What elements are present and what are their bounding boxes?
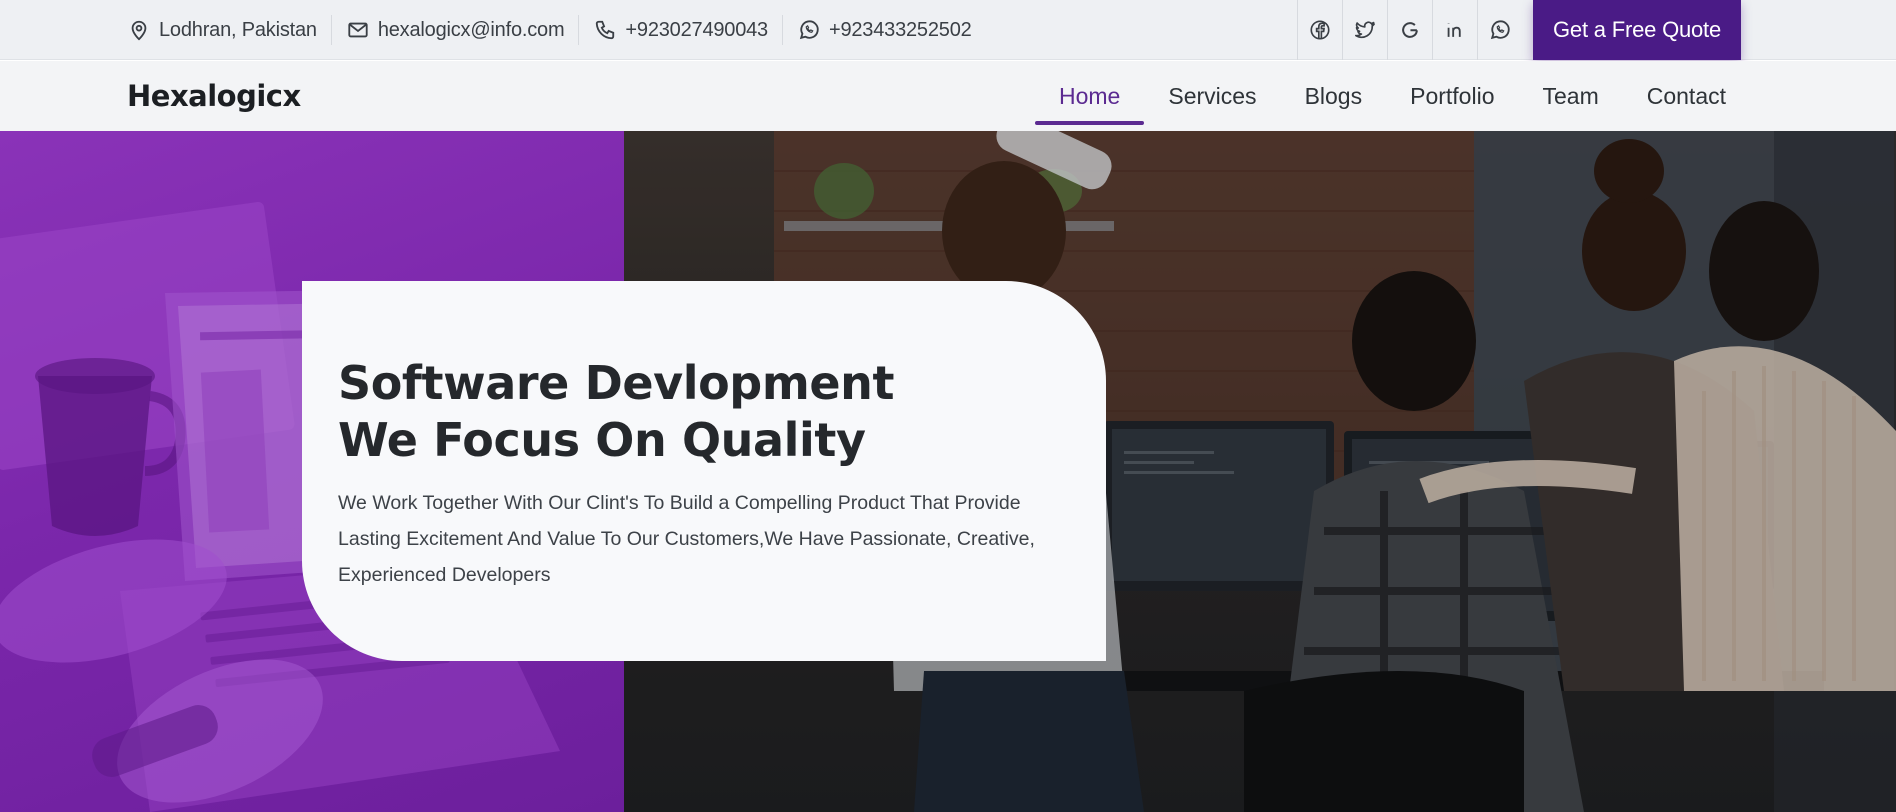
contact-email[interactable]: hexalogicx@info.com <box>346 15 580 45</box>
google-icon <box>1402 22 1418 38</box>
facebook-icon <box>1310 20 1330 40</box>
hero-title: Software Devlopment We Focus On Quality <box>338 355 895 469</box>
location-text: Lodhran, Pakistan <box>159 18 317 41</box>
nav-blogs[interactable]: Blogs <box>1281 61 1387 131</box>
whatsapp-icon <box>1490 20 1510 40</box>
nav-portfolio[interactable]: Portfolio <box>1386 61 1518 131</box>
whatsapp-social-link[interactable] <box>1477 0 1522 60</box>
social-links <box>1297 0 1522 60</box>
nav-home[interactable]: Home <box>1035 61 1145 131</box>
nav-services[interactable]: Services <box>1144 61 1280 131</box>
contact-phone[interactable]: +923027490043 <box>593 15 783 45</box>
whatsapp-icon <box>797 18 821 42</box>
brand-logo[interactable]: Hexalogicx <box>127 79 301 113</box>
hero-title-line-1: Software Devlopment <box>338 356 895 410</box>
map-pin-icon <box>127 18 151 42</box>
hero-description: We Work Together With Our Clint's To Bui… <box>338 492 1035 586</box>
hero-section: Software Devlopment We Focus On Quality … <box>0 131 1896 812</box>
facebook-link[interactable] <box>1297 0 1342 60</box>
nav-team[interactable]: Team <box>1518 61 1622 131</box>
email-link[interactable]: hexalogicx@info.com <box>378 19 565 42</box>
contact-info: Lodhran, Pakistan hexalogicx@info.com +9… <box>127 0 1000 60</box>
nav-contact[interactable]: Contact <box>1623 61 1750 131</box>
hero-title-line-2: We Focus On Quality <box>338 413 866 467</box>
main-navbar: Hexalogicx Home Services Blogs Portfolio… <box>0 61 1896 131</box>
twitter-link[interactable] <box>1342 0 1387 60</box>
contact-location: Lodhran, Pakistan <box>127 15 332 45</box>
contact-whatsapp[interactable]: +923433252502 <box>797 15 986 45</box>
phone-icon <box>593 18 617 42</box>
hero-card: Software Devlopment We Focus On Quality … <box>302 281 1106 661</box>
get-free-quote-button[interactable]: Get a Free Quote <box>1533 0 1741 60</box>
whatsapp-link[interactable]: +923433252502 <box>829 19 972 42</box>
twitter-icon <box>1355 21 1375 39</box>
nav-menu: Home Services Blogs Portfolio Team Conta… <box>1035 61 1750 131</box>
google-link[interactable] <box>1387 0 1432 60</box>
envelope-icon <box>346 18 370 42</box>
top-bar: Lodhran, Pakistan hexalogicx@info.com +9… <box>0 0 1896 60</box>
linkedin-link[interactable] <box>1432 0 1477 60</box>
phone-link[interactable]: +923027490043 <box>625 19 768 42</box>
linkedin-icon <box>1447 23 1461 37</box>
